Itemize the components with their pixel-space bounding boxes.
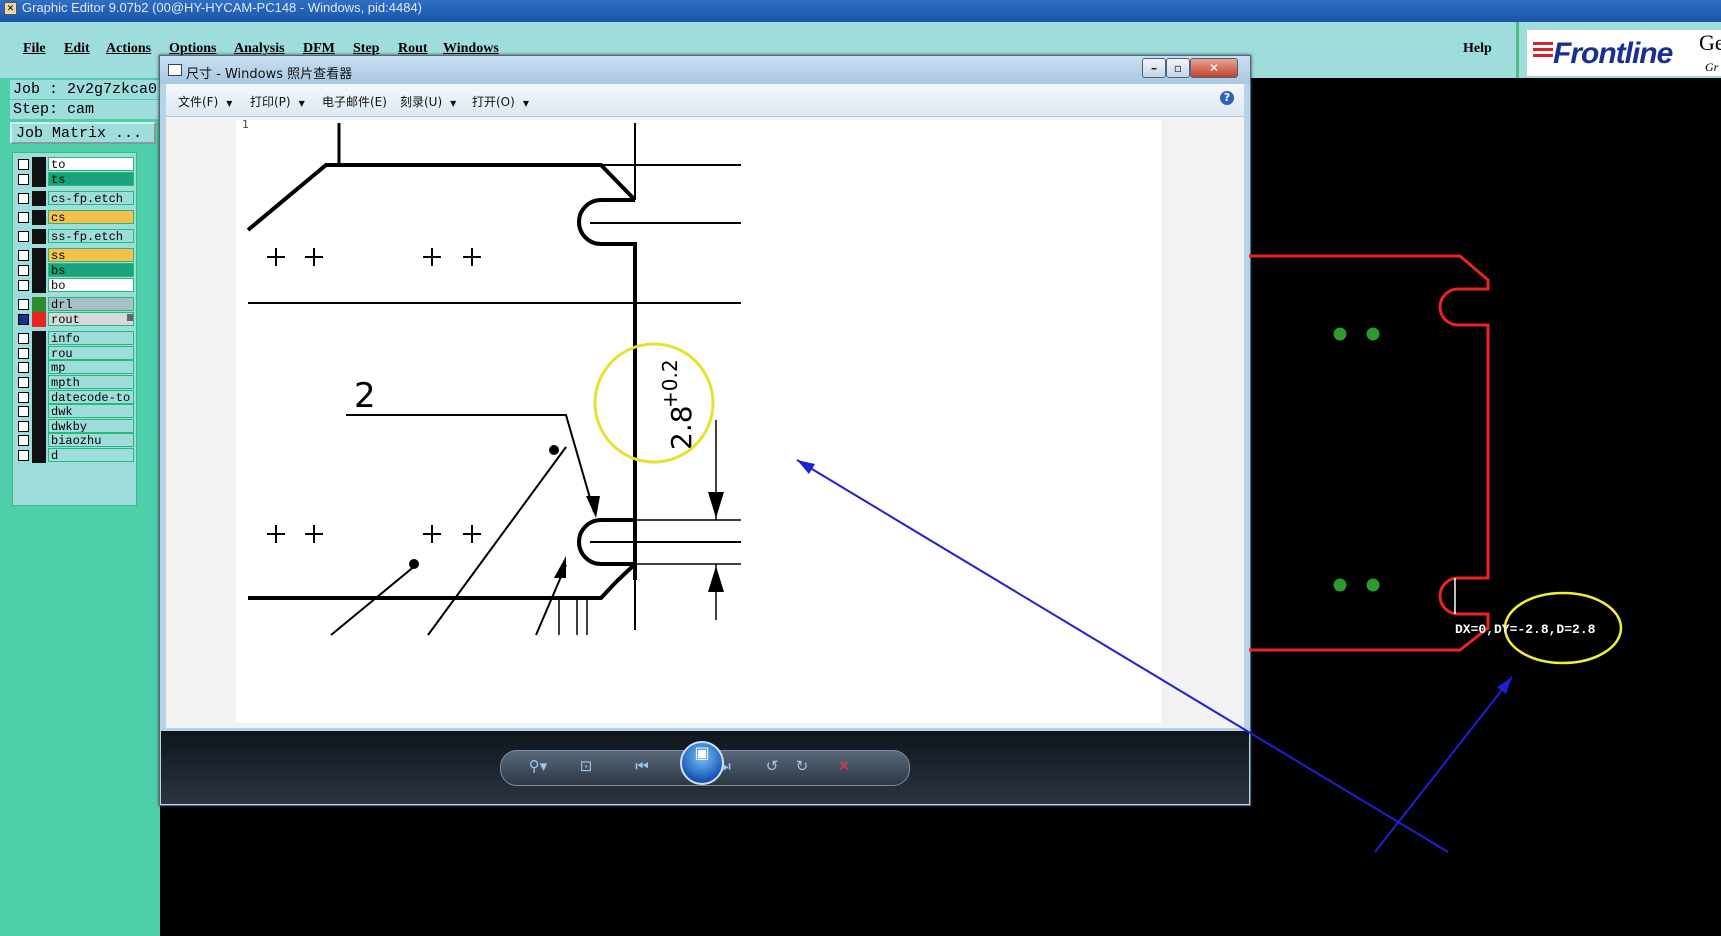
pad bbox=[1333, 578, 1347, 592]
annotation-arrows bbox=[796, 459, 1513, 853]
pad bbox=[1333, 327, 1347, 341]
arrowhead bbox=[797, 460, 815, 474]
pad bbox=[1366, 578, 1380, 592]
measure-readout: DX=0,DY=-2.8,D=2.8 bbox=[1455, 622, 1596, 637]
pad bbox=[1366, 327, 1380, 341]
cad-overlay bbox=[796, 254, 1623, 853]
drill-pads bbox=[1333, 327, 1380, 592]
arrow-line bbox=[1374, 676, 1513, 853]
arrow-line bbox=[796, 459, 1449, 853]
arrowhead bbox=[1497, 677, 1512, 694]
rout-outline bbox=[1249, 254, 1490, 652]
